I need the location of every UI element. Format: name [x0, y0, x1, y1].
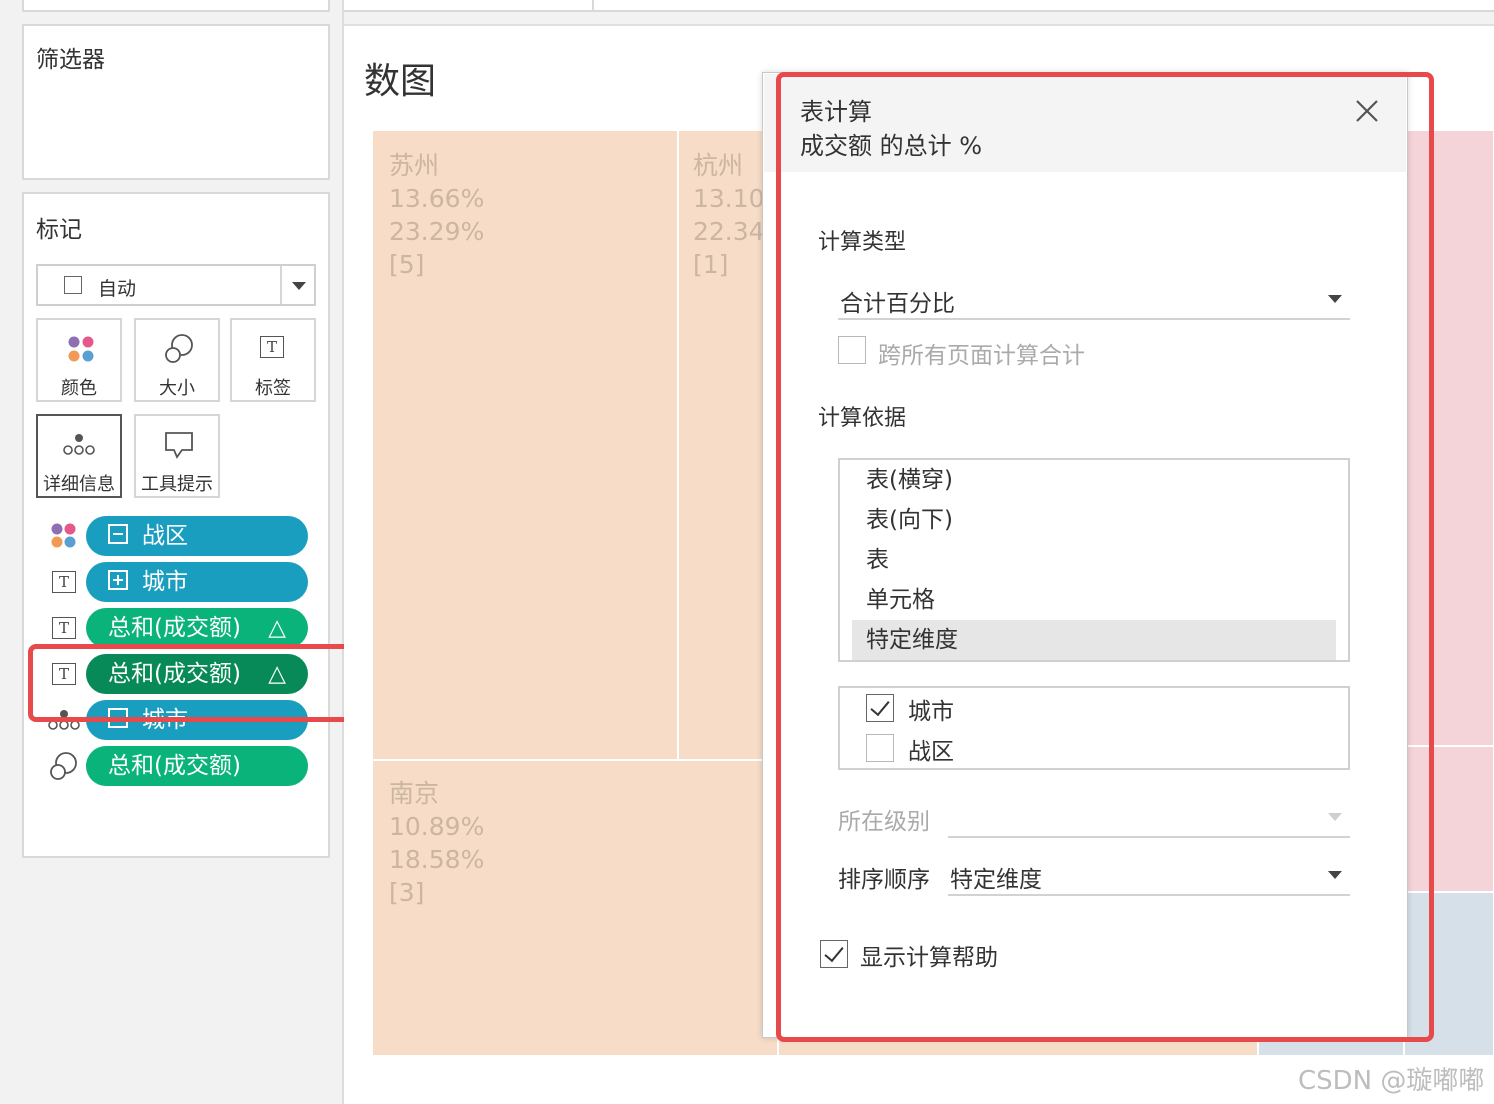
cell-value-2: 23.29% — [389, 217, 485, 246]
size-button[interactable]: 大小 — [134, 318, 220, 402]
pill-label: 总和(成交额) — [108, 615, 241, 641]
detail-icon — [63, 434, 95, 455]
pill-label: 战区 — [142, 523, 188, 549]
tooltip-icon — [165, 432, 193, 459]
cell-name: 南京 — [389, 779, 440, 808]
sheet-title: 数图 — [364, 61, 437, 102]
pill-sum-amount-size[interactable]: 总和(成交额) — [86, 746, 308, 786]
cell-rank: [5] — [389, 250, 425, 279]
color-button-label: 颜色 — [61, 378, 97, 399]
cell-value-1: 10.89% — [389, 812, 485, 841]
treemap-cell-nanjing[interactable]: 南京 10.89% 18.58% [3] — [372, 760, 778, 1056]
detail-button[interactable]: 详细信息 — [36, 414, 122, 498]
size-icon — [165, 334, 193, 363]
text-label-icon: T — [260, 336, 284, 358]
expand-icon[interactable] — [108, 570, 128, 590]
filters-pane[interactable]: 筛选器 — [22, 24, 330, 180]
size-button-label: 大小 — [159, 378, 195, 399]
highlight-box-dialog — [776, 72, 1434, 1042]
mark-type-value: 自动 — [98, 278, 137, 300]
label-button[interactable]: T 标签 — [230, 318, 316, 402]
marks-title: 标记 — [36, 217, 82, 243]
label-button-label: 标签 — [255, 378, 291, 399]
watermark: CSDN @璇嘟嘟 — [1298, 1066, 1485, 1096]
cell-name: 苏州 — [389, 151, 440, 180]
size-icon — [50, 752, 77, 780]
tooltip-button-label: 工具提示 — [141, 474, 213, 495]
pill-label: 总和(成交额) — [108, 753, 241, 779]
mark-type-icon — [64, 276, 82, 294]
shelf-stub — [344, 0, 1494, 12]
dropdown-divider — [280, 266, 282, 304]
cell-value-1: 13.66% — [389, 184, 485, 213]
pages-pane-stub — [22, 0, 330, 12]
tooltip-button[interactable]: 工具提示 — [134, 414, 220, 498]
collapse-icon[interactable] — [108, 524, 128, 544]
detail-button-label: 详细信息 — [43, 474, 115, 495]
color-dots-icon — [68, 336, 94, 362]
treemap-cell-suzhou[interactable]: 苏州 13.66% 23.29% [5] — [372, 130, 678, 760]
highlight-box-pill — [28, 644, 376, 722]
cell-rank: [3] — [389, 878, 425, 907]
chevron-down-icon[interactable] — [292, 282, 306, 290]
mark-type-dropdown[interactable]: 自动 — [36, 264, 316, 306]
text-label-icon: T — [52, 617, 76, 639]
shelf-divider — [592, 0, 594, 12]
pill-city-label[interactable]: 城市 — [86, 562, 308, 602]
color-button[interactable]: 颜色 — [36, 318, 122, 402]
pill-war-zone-color[interactable]: 战区 — [86, 516, 308, 556]
text-label-icon: T — [52, 571, 76, 593]
table-calc-delta-icon: △ — [268, 615, 286, 641]
pill-label: 城市 — [142, 569, 188, 595]
pill-sum-amount-label-1[interactable]: 总和(成交额) △ — [86, 608, 308, 648]
color-dots-icon — [51, 523, 76, 548]
filters-title: 筛选器 — [36, 47, 105, 73]
cell-value-2: 18.58% — [389, 845, 485, 874]
